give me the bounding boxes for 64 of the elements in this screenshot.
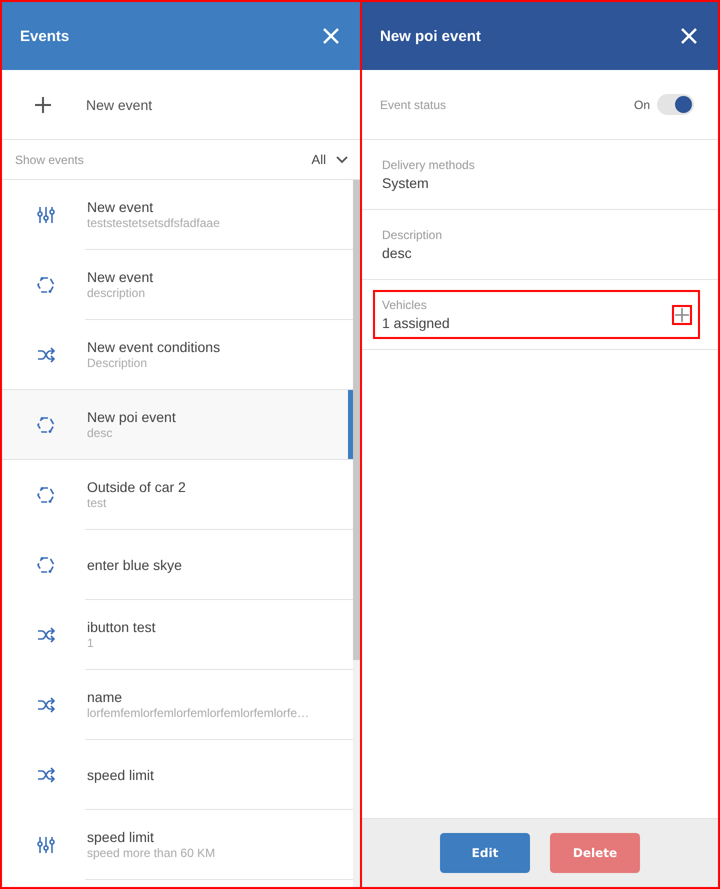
- toggle-switch[interactable]: [657, 94, 694, 115]
- edit-button[interactable]: Edit: [440, 833, 530, 873]
- new-event-button[interactable]: New event: [2, 70, 360, 140]
- selection-indicator: [348, 390, 353, 460]
- panel-title: Events: [20, 28, 70, 44]
- event-description: description: [87, 286, 146, 301]
- event-title: New event: [87, 199, 154, 216]
- hexagon-icon: [36, 486, 54, 504]
- event-row[interactable]: Outside of car 2 test: [2, 460, 353, 530]
- event-description: speed more than 60 KM: [87, 846, 216, 861]
- event-row[interactable]: speed limit speed more than 60 KM: [2, 810, 353, 880]
- event-description: desc: [87, 426, 114, 441]
- shuffle-icon: [36, 346, 54, 364]
- event-row[interactable]: New event description: [2, 250, 353, 320]
- field-label: Delivery methods: [382, 158, 475, 172]
- field-label: Vehicles: [382, 298, 428, 312]
- plus-icon: [675, 308, 689, 322]
- event-description: lorfemfemlorfemlorfemlorfemlorfemlorfe…: [87, 706, 310, 721]
- plus-icon: [35, 96, 51, 112]
- event-title: New poi event: [87, 409, 176, 426]
- event-row[interactable]: New poi event desc: [2, 390, 353, 460]
- filter-dropdown[interactable]: All: [312, 152, 348, 167]
- scrollbar-thumb[interactable]: [353, 180, 360, 660]
- event-row[interactable]: New event conditions Description: [2, 320, 353, 390]
- event-description: teststestetsetsdfsfadfaae: [87, 216, 220, 231]
- hexagon-icon: [36, 276, 54, 294]
- sliders-icon: [36, 206, 54, 224]
- shuffle-icon: [36, 626, 54, 644]
- event-row[interactable]: name lorfemfemlorfemlorfemlorfemlorfemlorfe…: [2, 670, 353, 740]
- event-row[interactable]: enter blue skye: [2, 530, 353, 600]
- panel-title: New poi event: [380, 28, 481, 44]
- event-title: Outside of car 2: [87, 479, 186, 496]
- event-description: Description: [87, 356, 148, 371]
- event-row[interactable]: ibutton test 1: [2, 600, 353, 670]
- close-button[interactable]: [680, 27, 698, 45]
- event-title: ibutton test: [87, 619, 156, 636]
- hexagon-icon: [36, 556, 54, 574]
- close-icon: [322, 27, 340, 45]
- field-label: Event status: [380, 98, 446, 112]
- chevron-down-icon: [336, 156, 348, 164]
- close-button[interactable]: [322, 27, 340, 45]
- event-row[interactable]: speed limit: [2, 740, 353, 810]
- event-title: speed limit: [87, 829, 155, 846]
- shuffle-icon: [36, 696, 54, 714]
- field-label: Description: [382, 228, 442, 242]
- sliders-icon: [36, 836, 54, 854]
- scrollbar[interactable]: [353, 180, 360, 887]
- field-value: 1 assigned: [382, 315, 450, 331]
- add-button[interactable]: [672, 304, 692, 324]
- event-title: enter blue skye: [87, 556, 182, 574]
- toggle-label: On: [634, 98, 650, 112]
- field-value: desc: [382, 245, 413, 261]
- event-title: New event conditions: [87, 339, 220, 356]
- event-description: 1: [87, 636, 95, 651]
- event-row[interactable]: New event teststestetsetsdfsfadfaae: [2, 180, 353, 250]
- close-icon: [680, 27, 698, 45]
- event-description: test: [87, 496, 108, 511]
- event-title: speed limit: [87, 766, 154, 784]
- filter-label: Show events: [15, 152, 84, 166]
- shuffle-icon: [36, 766, 54, 784]
- event-title: name: [87, 689, 124, 706]
- field-value: System: [382, 175, 430, 191]
- hexagon-icon: [36, 416, 54, 434]
- event-title: New event: [87, 269, 154, 286]
